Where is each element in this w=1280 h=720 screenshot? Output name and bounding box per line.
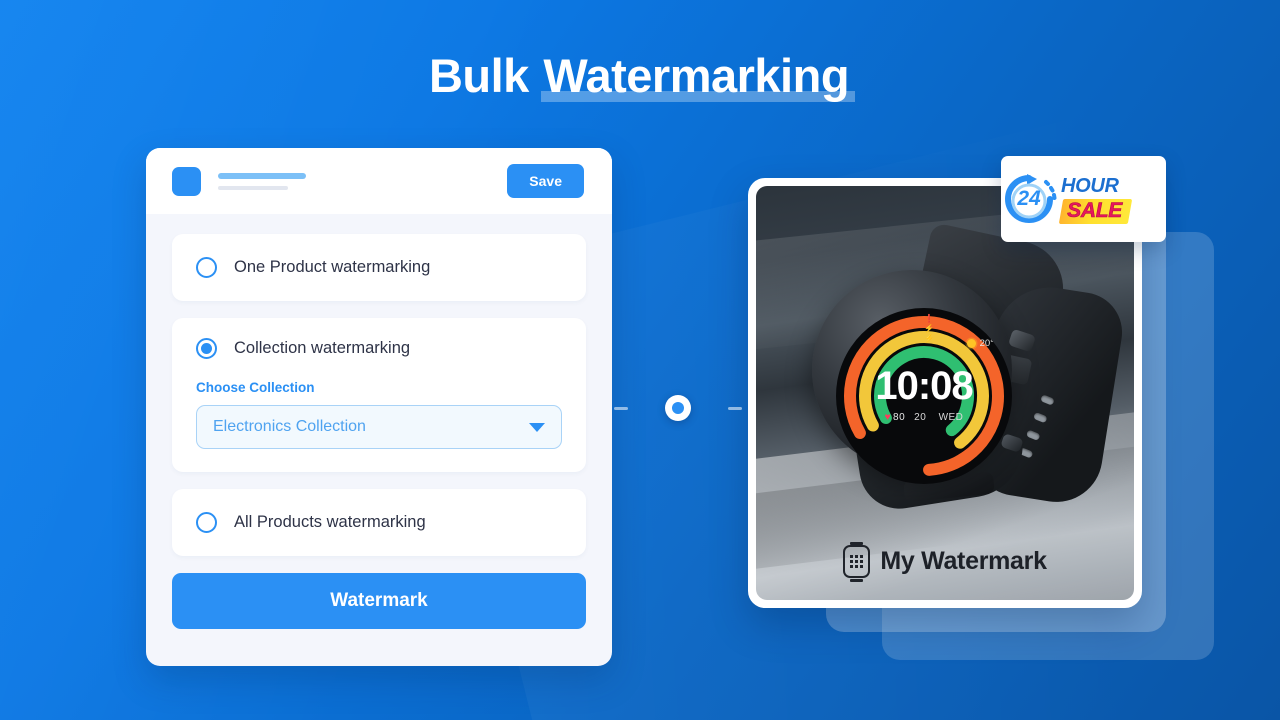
watch-case: ❗ ⚡ ⚡ 20° 10:08 ♥ 80 20 WED bbox=[812, 270, 1037, 484]
watch-alert-icons: ❗ ⚡ ⚡ bbox=[924, 314, 934, 344]
chevron-down-icon[interactable] bbox=[529, 422, 545, 432]
watch-metrics: ♥ 80 20 WED bbox=[836, 412, 1012, 423]
panel-header: Save bbox=[146, 148, 612, 214]
watch-date: 20 bbox=[914, 412, 927, 423]
page-title-highlight: Watermarking bbox=[541, 49, 855, 102]
radio-one-product[interactable] bbox=[196, 257, 217, 278]
settings-panel: Save One Product watermarking Collection… bbox=[146, 148, 612, 666]
watch-time: 10:08 bbox=[875, 364, 973, 408]
smartwatch-product: ❗ ⚡ ⚡ 20° 10:08 ♥ 80 20 WED bbox=[800, 222, 1128, 515]
page-title-lead: Bulk bbox=[428, 49, 542, 102]
sale-banner: SALE bbox=[1058, 199, 1133, 224]
radio-all-products[interactable] bbox=[196, 512, 217, 533]
product-photo: ❗ ⚡ ⚡ 20° 10:08 ♥ 80 20 WED My Watermark bbox=[756, 186, 1134, 600]
circular-arrow-icon: 24 bbox=[1001, 171, 1057, 227]
option-row[interactable]: All Products watermarking bbox=[196, 489, 562, 556]
page-title: Bulk Watermarking bbox=[0, 48, 1280, 103]
heart-icon: ♥ bbox=[884, 412, 892, 423]
connector-dash-left bbox=[614, 406, 628, 410]
app-square-icon bbox=[172, 166, 201, 196]
sale-word-hour: HOUR bbox=[1061, 175, 1119, 197]
sale-word-sale: SALE bbox=[1067, 199, 1122, 223]
warning-icon: ❗ bbox=[924, 314, 934, 323]
watch-heart-rate: 80 bbox=[893, 412, 906, 423]
watermark-button[interactable]: Watermark bbox=[172, 573, 586, 629]
radio-collection[interactable] bbox=[196, 337, 217, 359]
collection-select-value: Electronics Collection bbox=[213, 418, 366, 435]
sale-badge-words: HOUR SALE bbox=[1058, 174, 1166, 224]
bolt-icon: ⚡ bbox=[924, 324, 934, 333]
preview-photo-card: ❗ ⚡ ⚡ 20° 10:08 ♥ 80 20 WED My Watermark bbox=[748, 178, 1142, 608]
sun-icon bbox=[966, 339, 976, 348]
smartwatch-icon bbox=[843, 541, 871, 582]
sale-badge: 24 HOUR SALE bbox=[1001, 156, 1166, 242]
option-label-all-products: All Products watermarking bbox=[234, 513, 426, 531]
option-one-product[interactable]: One Product watermarking bbox=[172, 234, 586, 301]
option-row[interactable]: Collection watermarking bbox=[196, 318, 562, 378]
header-placeholder-lines bbox=[218, 172, 507, 190]
save-button[interactable]: Save bbox=[507, 164, 584, 198]
watch-temperature: 20° bbox=[979, 338, 994, 349]
watch-weather: 20° bbox=[966, 338, 994, 349]
sale-hours: 24 bbox=[1017, 187, 1041, 210]
watermark-overlay: My Watermark bbox=[756, 541, 1134, 582]
header-placeholder-line-secondary bbox=[218, 185, 288, 190]
panel-body: One Product watermarking Collection wate… bbox=[146, 214, 612, 629]
option-label-collection: Collection watermarking bbox=[234, 338, 411, 357]
option-row[interactable]: One Product watermarking bbox=[196, 234, 562, 301]
choose-collection-label: Choose Collection bbox=[196, 380, 315, 395]
watch-face: ❗ ⚡ ⚡ 20° 10:08 ♥ 80 20 WED bbox=[836, 308, 1012, 484]
option-collection[interactable]: Collection watermarking Choose Collectio… bbox=[172, 318, 586, 472]
flow-node-icon bbox=[665, 395, 691, 421]
flow-connector bbox=[614, 395, 742, 421]
bolt-icon: ⚡ bbox=[924, 334, 934, 343]
connector-dash-right bbox=[728, 406, 742, 410]
watch-weekday: WED bbox=[938, 412, 964, 423]
header-placeholder-line-primary bbox=[218, 172, 306, 179]
option-all-products[interactable]: All Products watermarking bbox=[172, 489, 586, 556]
option-label-one-product: One Product watermarking bbox=[234, 258, 431, 276]
collection-select[interactable]: Electronics Collection bbox=[196, 405, 562, 449]
watermark-text: My Watermark bbox=[880, 547, 1047, 575]
